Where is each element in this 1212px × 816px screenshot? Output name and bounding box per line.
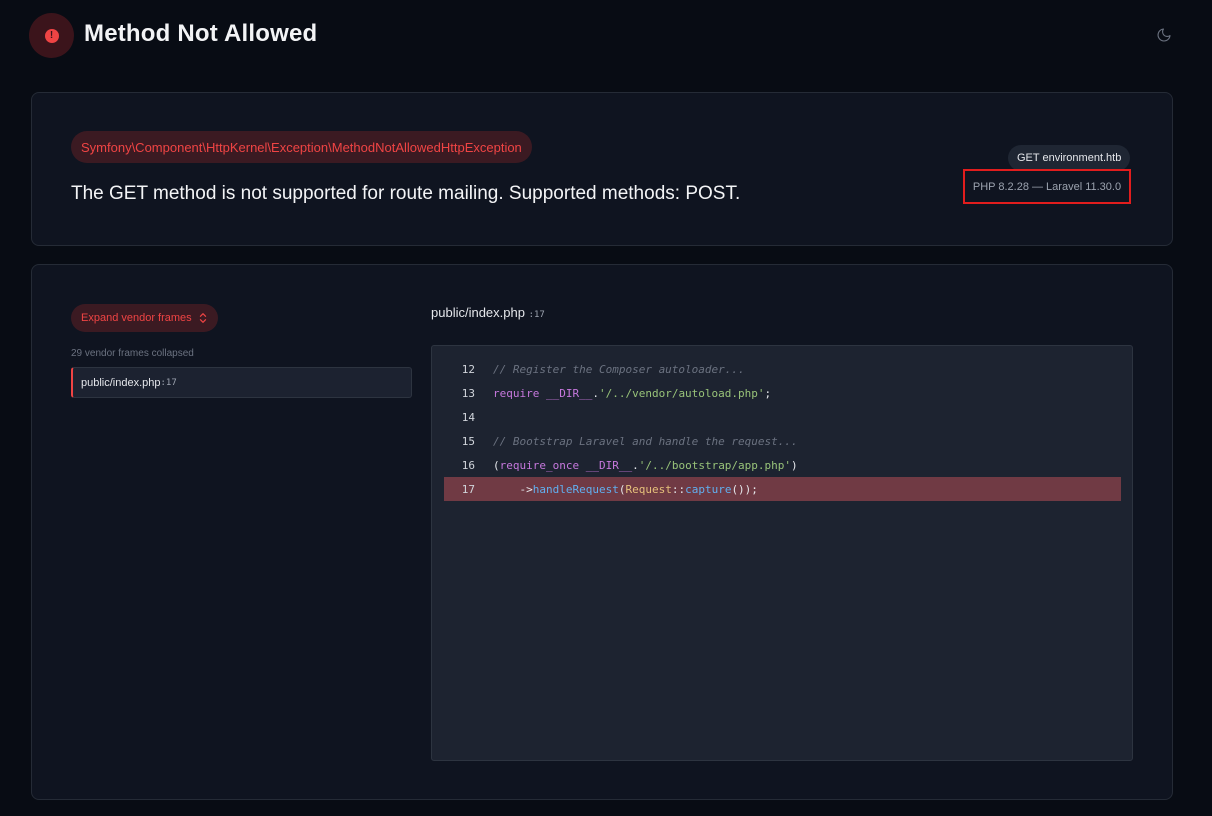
page-header: ! Method Not Allowed [0,0,1212,72]
line-number: 16 [461,458,475,472]
code-text: // Register the Composer autoloader... [493,362,745,376]
collapsed-frames-note: 29 vendor frames collapsed [71,348,194,359]
code-line: 15 // Bootstrap Laravel and handle the re… [444,429,1121,453]
moon-icon [1157,28,1171,42]
line-number: 15 [461,434,475,448]
code-line: 14 [444,405,1121,429]
code-file-name: public/index.php [431,305,525,320]
code-text: ->handleRequest(Request::capture()); [493,482,758,496]
code-line: 13 require __DIR__.'/../vendor/autoload.p… [444,381,1121,405]
version-info: PHP 8.2.28 — Laravel 11.30.0 [963,169,1131,204]
code-file-path: public/index.php :17 [431,305,545,320]
exception-message: The GET method is not supported for rout… [71,183,741,204]
error-logo: ! [29,13,74,58]
code-text: (require_once __DIR__.'/../bootstrap/app… [493,458,798,472]
code-text: require __DIR__.'/../vendor/autoload.php… [493,386,772,400]
exception-card: Symfony\Component\HttpKernel\Exception\M… [31,92,1173,246]
stack-frame-line: :17 [160,377,177,388]
stack-frame-item[interactable]: public/index.php:17 [71,367,412,398]
expand-vendor-frames-label: Expand vendor frames [81,312,192,324]
code-text: // Bootstrap Laravel and handle the requ… [493,434,798,448]
code-line: 12 // Register the Composer autoloader... [444,357,1121,381]
theme-toggle-button[interactable] [1154,25,1174,45]
exception-class-badge: Symfony\Component\HttpKernel\Exception\M… [71,131,532,163]
page-title: Method Not Allowed [84,20,318,47]
stack-trace-card: Expand vendor frames 29 vendor frames co… [31,264,1173,800]
request-badge: GET environment.htb [1008,145,1131,171]
line-number: 17 [461,482,475,496]
code-file-line: :17 [528,310,545,320]
line-number: 12 [461,362,475,376]
expand-vendor-frames-button[interactable]: Expand vendor frames [71,304,218,332]
highlighted-code-line: 17 ->handleRequest(Request::capture()); [444,477,1121,501]
code-line: 16 (require_once __DIR__.'/../bootstrap/a… [444,453,1121,477]
line-number: 13 [461,386,475,400]
stack-frame-file: public/index.php [81,376,161,389]
exclamation-circle-icon: ! [44,28,59,43]
chevron-up-down-icon [199,313,206,323]
line-number: 14 [461,410,475,424]
code-snippet: 12 // Register the Composer autoloader...… [431,345,1133,761]
